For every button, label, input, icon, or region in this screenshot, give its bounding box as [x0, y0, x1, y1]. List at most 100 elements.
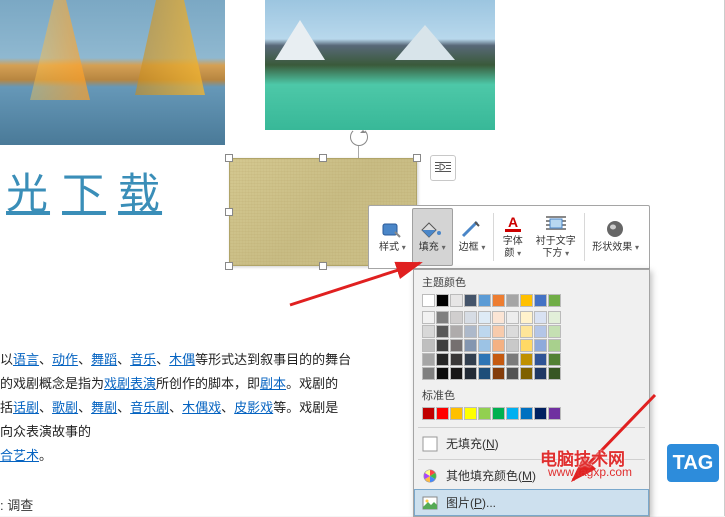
color-swatch[interactable] [422, 339, 435, 352]
color-swatch[interactable] [506, 353, 519, 366]
color-swatch[interactable] [548, 325, 561, 338]
border-button[interactable]: 边框 ▾ [453, 208, 492, 266]
color-swatch[interactable] [534, 294, 547, 307]
link[interactable]: 戏剧表演 [104, 376, 156, 391]
resize-handle[interactable] [225, 154, 233, 162]
color-swatch[interactable] [478, 407, 491, 420]
color-swatch[interactable] [506, 325, 519, 338]
color-swatch[interactable] [520, 311, 533, 324]
color-swatch[interactable] [450, 367, 463, 380]
color-swatch[interactable] [436, 311, 449, 324]
resize-handle[interactable] [225, 208, 233, 216]
color-swatch[interactable] [534, 353, 547, 366]
color-swatch[interactable] [436, 325, 449, 338]
color-swatch[interactable] [548, 367, 561, 380]
picture-fill-item[interactable]: 图片(P)... [414, 489, 649, 516]
color-swatch[interactable] [464, 353, 477, 366]
color-swatch[interactable] [464, 294, 477, 307]
color-swatch[interactable] [422, 407, 435, 420]
color-swatch[interactable] [436, 367, 449, 380]
color-swatch[interactable] [492, 294, 505, 307]
color-swatch[interactable] [464, 311, 477, 324]
color-swatch[interactable] [548, 407, 561, 420]
color-swatch[interactable] [492, 407, 505, 420]
color-swatch[interactable] [506, 339, 519, 352]
color-swatch[interactable] [520, 325, 533, 338]
color-swatch[interactable] [492, 353, 505, 366]
link[interactable]: 木偶 [169, 352, 195, 367]
color-swatch[interactable] [464, 367, 477, 380]
color-swatch[interactable] [450, 311, 463, 324]
color-swatch[interactable] [450, 407, 463, 420]
color-swatch[interactable] [492, 311, 505, 324]
color-swatch[interactable] [464, 339, 477, 352]
color-swatch[interactable] [492, 325, 505, 338]
style-button[interactable]: 样式 ▾ [373, 208, 412, 266]
color-swatch[interactable] [478, 367, 491, 380]
link[interactable]: 话剧 [13, 400, 39, 415]
color-swatch[interactable] [506, 367, 519, 380]
color-swatch[interactable] [548, 294, 561, 307]
link[interactable]: 歌剧 [52, 400, 78, 415]
color-swatch[interactable] [520, 407, 533, 420]
link[interactable]: 木偶戏 [182, 400, 221, 415]
fill-button[interactable]: 填充 ▾ [412, 208, 453, 266]
link[interactable]: 皮影戏 [234, 400, 273, 415]
color-swatch[interactable] [506, 294, 519, 307]
link[interactable]: 语言 [13, 352, 39, 367]
color-swatch[interactable] [534, 339, 547, 352]
color-swatch[interactable] [548, 353, 561, 366]
color-swatch[interactable] [422, 353, 435, 366]
link[interactable]: 音乐剧 [130, 400, 169, 415]
color-swatch[interactable] [464, 325, 477, 338]
color-swatch[interactable] [478, 325, 491, 338]
text-wrap-button[interactable]: 衬于文字下方 ▾ [530, 208, 582, 266]
color-swatch[interactable] [450, 294, 463, 307]
color-swatch[interactable] [492, 367, 505, 380]
color-swatch[interactable] [520, 294, 533, 307]
color-swatch[interactable] [478, 339, 491, 352]
color-swatch[interactable] [436, 294, 449, 307]
color-swatch[interactable] [436, 407, 449, 420]
color-swatch[interactable] [534, 407, 547, 420]
color-swatch[interactable] [520, 339, 533, 352]
color-swatch[interactable] [422, 325, 435, 338]
resize-handle[interactable] [319, 154, 327, 162]
color-swatch[interactable] [506, 311, 519, 324]
color-swatch[interactable] [534, 311, 547, 324]
link[interactable]: 舞剧 [91, 400, 117, 415]
color-swatch[interactable] [548, 339, 561, 352]
color-swatch[interactable] [450, 339, 463, 352]
color-swatch[interactable] [478, 311, 491, 324]
color-swatch[interactable] [422, 367, 435, 380]
color-swatch[interactable] [548, 311, 561, 324]
color-swatch[interactable] [478, 353, 491, 366]
shape-effect-button[interactable]: 形状效果 ▾ [586, 208, 645, 266]
resize-handle[interactable] [413, 154, 421, 162]
layout-options-button[interactable] [430, 155, 456, 181]
color-swatch[interactable] [450, 325, 463, 338]
color-swatch[interactable] [534, 325, 547, 338]
link[interactable]: 剧本 [260, 376, 286, 391]
color-swatch[interactable] [520, 353, 533, 366]
picture-icon [422, 495, 438, 511]
color-swatch[interactable] [450, 353, 463, 366]
color-swatch[interactable] [492, 339, 505, 352]
rotation-handle-icon[interactable] [350, 128, 368, 146]
color-swatch[interactable] [422, 311, 435, 324]
color-swatch[interactable] [520, 367, 533, 380]
link[interactable]: 动作 [52, 352, 78, 367]
link[interactable]: 舞蹈 [91, 352, 117, 367]
resize-handle[interactable] [225, 262, 233, 270]
font-color-button[interactable]: A 字体颜 ▾ [496, 208, 530, 266]
color-swatch[interactable] [422, 294, 435, 307]
link[interactable]: 音乐 [130, 352, 156, 367]
color-swatch[interactable] [436, 353, 449, 366]
color-swatch[interactable] [436, 339, 449, 352]
color-swatch[interactable] [478, 294, 491, 307]
resize-handle[interactable] [319, 262, 327, 270]
color-swatch[interactable] [464, 407, 477, 420]
color-swatch[interactable] [506, 407, 519, 420]
color-swatch[interactable] [534, 367, 547, 380]
link[interactable]: 合艺术 [0, 448, 39, 463]
